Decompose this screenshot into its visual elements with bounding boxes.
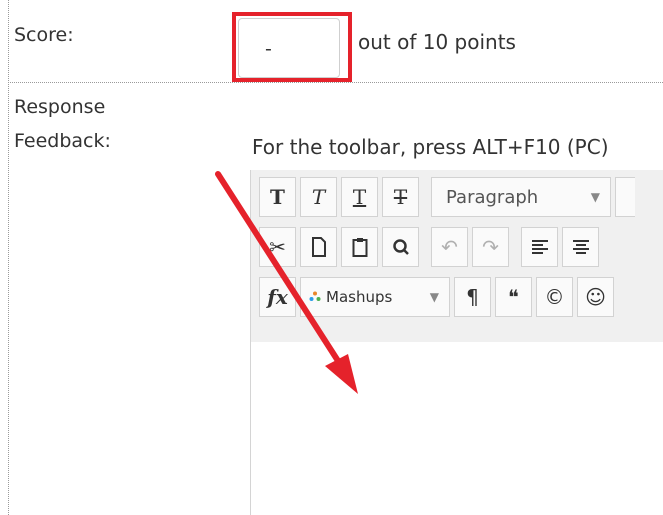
red-arrow-annotation: [215, 171, 358, 394]
